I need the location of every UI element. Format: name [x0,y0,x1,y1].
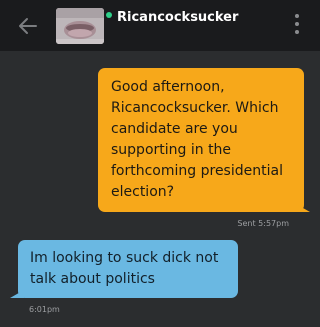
username-title[interactable]: Ricancocksucker [117,9,238,27]
bubble-tail-incoming [10,290,24,298]
bubble-tail-outgoing [296,204,310,212]
more-vertical-icon [295,14,299,18]
back-button[interactable] [14,12,42,40]
chat-header: Ricancocksucker [0,0,320,51]
arrow-left-icon [19,18,37,34]
avatar[interactable] [56,8,104,44]
message-bubble-incoming[interactable]: Im looking to suck dick not talk about p… [18,240,238,298]
message-bubble-outgoing[interactable]: Good afternoon, Ricancocksucker. Which c… [98,68,304,212]
message-timestamp-outgoing: Sent 5:57pm [237,219,289,228]
message-timestamp-incoming: 6:01pm [29,305,60,314]
more-options-button[interactable] [290,14,304,40]
online-status-dot [106,12,112,18]
